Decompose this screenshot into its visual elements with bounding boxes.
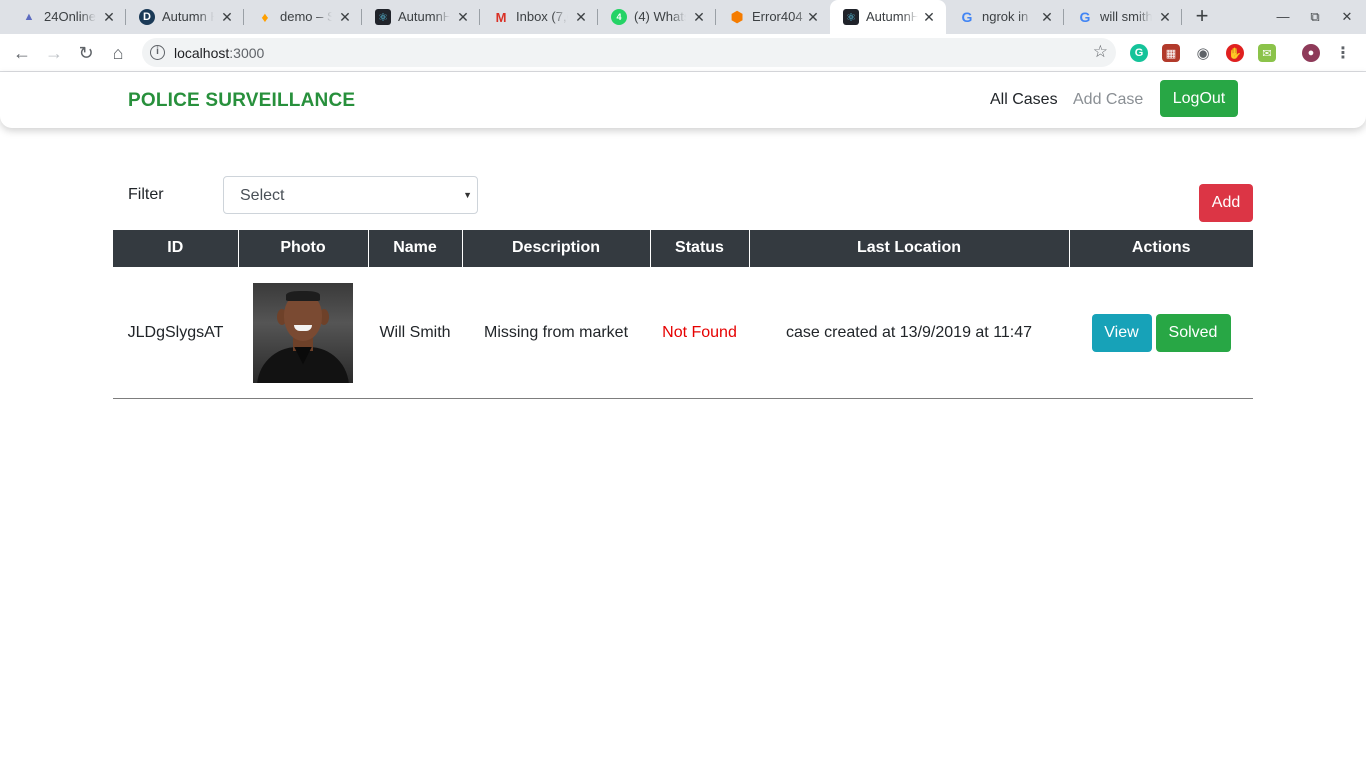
column-header-actions: Actions	[1068, 230, 1253, 268]
firebase-icon: ♦	[261, 9, 269, 25]
back-icon[interactable]: ←	[10, 41, 34, 65]
browser-tab[interactable]: G will smith ✕	[1064, 0, 1182, 34]
close-icon[interactable]: ✕	[805, 9, 821, 25]
close-icon[interactable]: ✕	[1157, 9, 1173, 25]
camera-icon[interactable]: ◉	[1194, 44, 1212, 62]
table-header-row: ID Photo Name Description Status Last Lo…	[113, 230, 1253, 268]
browser-tab[interactable]: D Autumn H ✕	[126, 0, 244, 34]
filter-select[interactable]: Select ▼	[223, 176, 478, 214]
window-close-icon[interactable]: ✕	[1336, 6, 1358, 28]
case-id: JLDgSlygsAT	[113, 267, 238, 399]
chevron-down-icon: ▼	[463, 190, 472, 200]
add-button[interactable]: Add	[1199, 184, 1253, 222]
react-icon: ⚛	[375, 9, 391, 25]
extension-icon[interactable]: ▦	[1162, 44, 1180, 62]
error404-icon: ⬢	[730, 9, 744, 26]
person-photo	[253, 282, 353, 383]
grammarly-icon[interactable]: G	[1130, 44, 1148, 62]
solved-button[interactable]: Solved	[1155, 313, 1231, 352]
browser-tabstrip: ▲ 24Online ✕ D Autumn H ✕ ♦ demo – S ✕ ⚛…	[0, 0, 1366, 34]
stop-hand-icon[interactable]: ✋	[1226, 44, 1244, 62]
tab-title: will smith	[1100, 9, 1152, 24]
tab-title: demo – S	[280, 9, 332, 24]
case-photo-cell	[238, 267, 368, 399]
tab-title: ngrok in	[982, 9, 1029, 24]
filter-selected-value: Select	[240, 187, 285, 204]
column-header-last-location: Last Location	[748, 230, 1070, 268]
close-icon[interactable]: ✕	[219, 9, 235, 25]
table-row: JLDgSlygsAT Will Smith Missing from mark…	[113, 267, 1253, 399]
filter-label: Filter	[128, 186, 164, 203]
browser-tab[interactable]: ⚛ AutumnH ✕	[362, 0, 480, 34]
logout-button[interactable]: LogOut	[1160, 80, 1238, 117]
url-host: localhost	[174, 45, 230, 61]
google-icon: G	[961, 9, 973, 25]
close-icon[interactable]: ✕	[455, 9, 471, 25]
case-description: Missing from market	[462, 267, 650, 399]
browser-tab[interactable]: G ngrok in ✕	[946, 0, 1064, 34]
gmail-icon: M	[495, 9, 507, 25]
bookmark-star-icon[interactable]: ☆	[1093, 43, 1108, 61]
browser-tab-active[interactable]: ⚛ AutumnH ✕	[830, 0, 946, 34]
d-logo-icon: D	[139, 9, 155, 25]
react-icon: ⚛	[843, 9, 859, 25]
column-header-id: ID	[113, 230, 239, 268]
site-info-icon[interactable]: i	[150, 45, 165, 60]
browser-tab[interactable]: ▲ 24Online ✕	[8, 0, 126, 34]
google-icon: G	[1079, 9, 1091, 25]
browser-tab[interactable]: ♦ demo – S ✕	[244, 0, 362, 34]
brand-title[interactable]: POLICE SURVEILLANCE	[128, 90, 355, 112]
close-icon[interactable]: ✕	[1039, 9, 1055, 25]
browser-tab[interactable]: M Inbox (7,6 ✕	[480, 0, 598, 34]
inbox-extension-icon[interactable]: ✉	[1258, 44, 1276, 62]
column-header-name: Name	[367, 230, 463, 268]
address-bar[interactable]: i localhost:3000 ☆	[142, 38, 1116, 67]
nav-all-cases[interactable]: All Cases	[990, 90, 1058, 110]
close-icon[interactable]: ✕	[921, 9, 937, 25]
app-navbar: POLICE SURVEILLANCE All Cases Add Case L…	[0, 72, 1366, 128]
avatar[interactable]: ●	[1302, 44, 1320, 62]
close-icon[interactable]: ✕	[101, 9, 117, 25]
new-tab-icon[interactable]: +	[1190, 5, 1214, 29]
24online-icon: ▲	[23, 11, 35, 23]
close-icon[interactable]: ✕	[691, 9, 707, 25]
forward-icon[interactable]: →	[42, 41, 66, 65]
browser-tab[interactable]: 4 (4) Whats ✕	[598, 0, 716, 34]
column-header-photo: Photo	[237, 230, 369, 268]
close-icon[interactable]: ✕	[337, 9, 353, 25]
cases-table: ID Photo Name Description Status Last Lo…	[113, 230, 1253, 399]
browser-tab[interactable]: ⬢ Error404 ✕	[716, 0, 830, 34]
reload-icon[interactable]: ↻	[74, 41, 98, 65]
column-header-description: Description	[461, 230, 651, 268]
whatsapp-icon: 4	[611, 9, 627, 25]
view-button[interactable]: View	[1091, 313, 1152, 352]
tab-title: AutumnH	[866, 9, 918, 24]
close-icon[interactable]: ✕	[573, 9, 589, 25]
url-text: localhost:3000	[174, 45, 264, 61]
tab-title: (4) Whats	[634, 9, 686, 24]
status-badge: Not Found	[650, 267, 749, 399]
url-port: :3000	[229, 45, 265, 61]
tab-title: Error404	[752, 9, 803, 24]
restore-icon[interactable]: ⧉	[1304, 6, 1326, 28]
tab-title: 24Online	[44, 9, 96, 24]
tab-title: Autumn H	[162, 9, 214, 24]
case-last-location: case created at 13/9/2019 at 11:47	[749, 267, 1069, 399]
case-actions: View Solved	[1069, 267, 1253, 399]
nav-add-case[interactable]: Add Case	[1073, 90, 1143, 110]
more-menu-icon[interactable]: ⋮	[1334, 44, 1352, 62]
browser-toolbar: ← → ↻ ⌂ i localhost:3000 ☆ G ▦ ◉ ✋ ✉ ● ⋮	[0, 34, 1366, 72]
home-icon[interactable]: ⌂	[106, 41, 130, 65]
minimize-icon[interactable]: —	[1272, 6, 1294, 28]
tab-title: AutumnH	[398, 9, 450, 24]
tab-divider	[1181, 9, 1182, 25]
case-name: Will Smith	[368, 267, 462, 399]
column-header-status: Status	[649, 230, 750, 268]
tab-title: Inbox (7,6	[516, 9, 568, 24]
